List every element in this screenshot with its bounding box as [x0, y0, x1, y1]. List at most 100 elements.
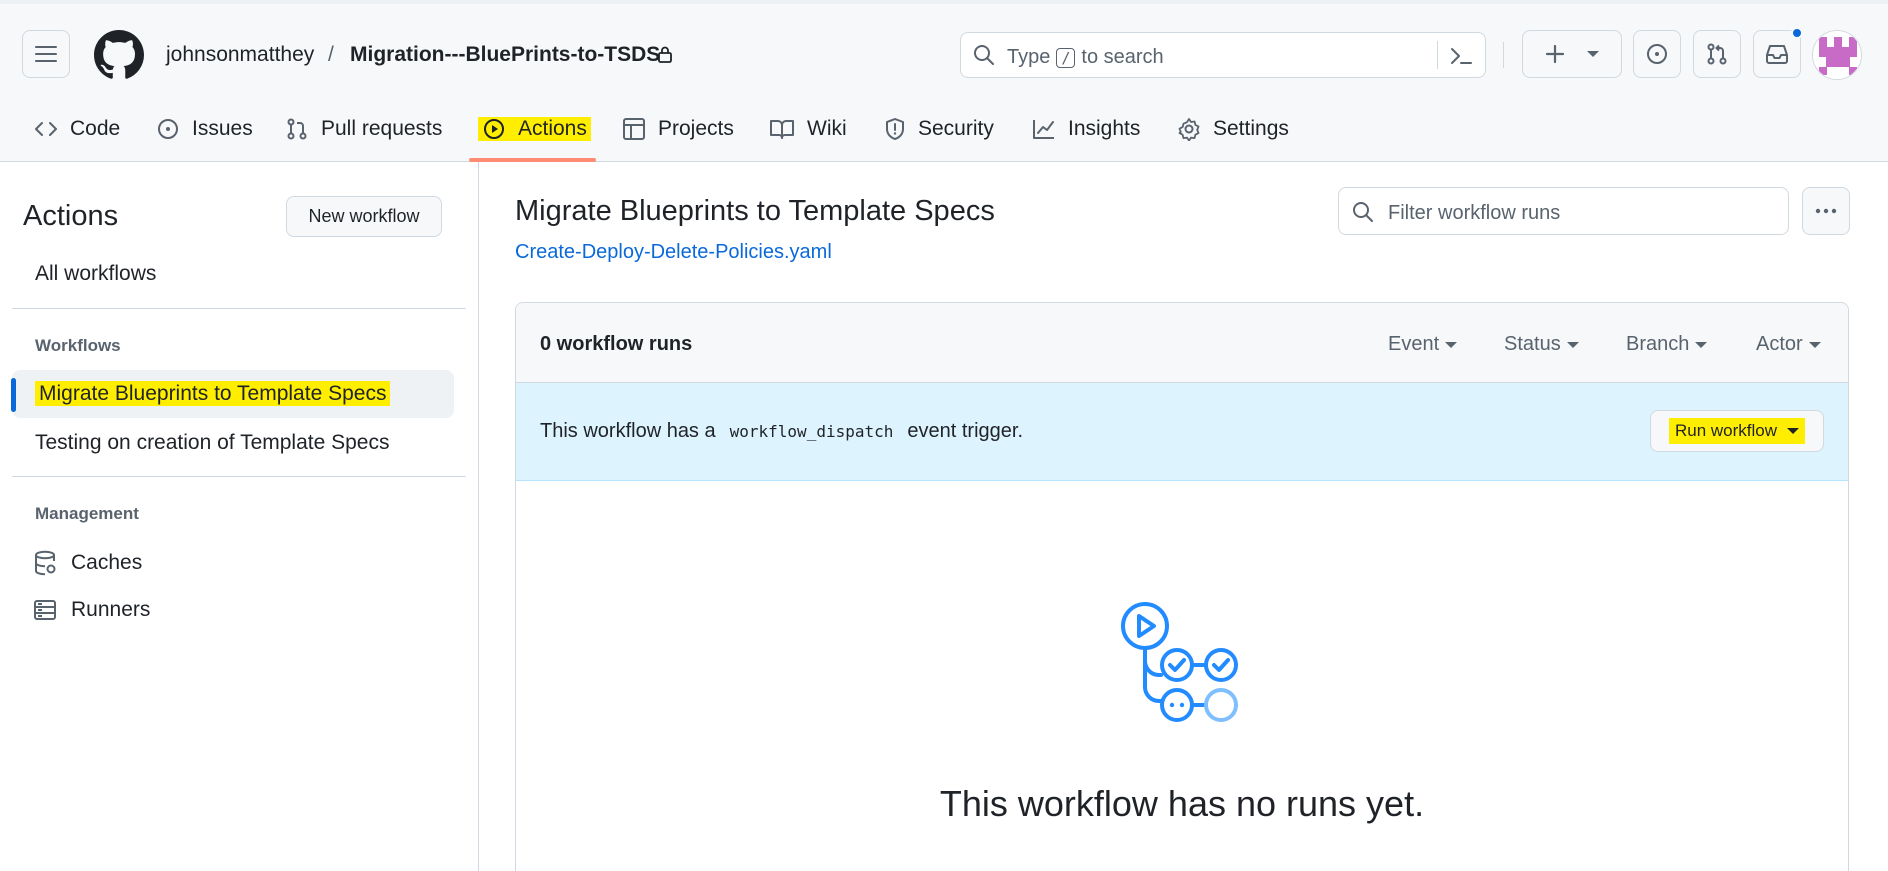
repo-name-link[interactable]: Migration---BluePrints-to-TSDS	[350, 43, 660, 67]
workflow-runs-panel: 0 workflow runs Event Status Branch Acto…	[515, 302, 1849, 871]
sidebar-border	[478, 162, 479, 871]
kebab-icon	[1815, 208, 1837, 214]
empty-state-message: This workflow has no runs yet.	[939, 783, 1425, 824]
active-tab-underline	[469, 158, 596, 162]
page-title: Migrate Blueprints to Template Specs	[515, 195, 995, 227]
lock-icon	[658, 46, 672, 63]
search-icon	[1353, 202, 1373, 222]
tab-insights-label: Insights	[1068, 117, 1141, 140]
sidebar-item-caches-label: Caches	[71, 551, 143, 574]
chevron-down-icon	[1808, 341, 1821, 348]
issue-icon	[158, 119, 178, 139]
tab-wiki[interactable]: Wiki	[769, 112, 847, 146]
search-input[interactable]: Type / to search	[960, 32, 1486, 78]
tab-code[interactable]: Code	[34, 112, 120, 146]
sidebar-item-runners[interactable]: Runners	[33, 598, 150, 622]
tab-pull-requests[interactable]: Pull requests	[285, 112, 442, 146]
github-logo-icon[interactable]	[94, 30, 144, 80]
chevron-down-icon	[1695, 341, 1708, 348]
sidebar-item-workflow-migrate-label: Migrate Blueprints to Template Specs	[35, 381, 391, 406]
status-filter-dropdown[interactable]: Status	[1504, 333, 1579, 356]
tab-security-label: Security	[918, 117, 994, 140]
workflow-file-link[interactable]: Create-Deploy-Delete-Policies.yaml	[515, 241, 832, 264]
tab-actions-highlight: Actions	[478, 117, 591, 141]
event-filter-dropdown[interactable]: Event	[1388, 333, 1458, 356]
workflow-illustration-icon	[1121, 602, 1238, 722]
dispatch-code: workflow_dispatch	[729, 422, 894, 441]
create-new-button[interactable]	[1522, 30, 1622, 78]
sidebar-heading-management: Management	[35, 504, 139, 523]
chevron-down-icon	[1787, 428, 1800, 434]
tab-actions-label: Actions	[518, 117, 587, 140]
branch-filter-label: Branch	[1626, 333, 1690, 355]
tab-pull-requests-label: Pull requests	[321, 117, 443, 140]
filter-workflow-runs-input[interactable]: Filter workflow runs	[1338, 187, 1789, 235]
sidebar-item-workflow-testing[interactable]: Testing on creation of Template Specs	[35, 431, 390, 455]
runs-header: 0 workflow runs Event Status Branch Acto…	[516, 303, 1848, 383]
inbox-icon	[1766, 45, 1788, 64]
chevron-down-icon	[1445, 341, 1458, 348]
database-icon	[35, 550, 56, 576]
tab-issues[interactable]: Issues	[156, 112, 253, 146]
sidebar-divider	[12, 476, 466, 477]
sidebar-item-caches[interactable]: Caches	[33, 550, 142, 576]
run-workflow-button[interactable]: Run workflow	[1650, 410, 1824, 452]
tab-code-label: Code	[70, 117, 121, 140]
tab-projects[interactable]: Projects	[622, 112, 734, 146]
new-workflow-button[interactable]: New workflow	[286, 196, 442, 237]
avatar-identicon-icon	[1813, 31, 1861, 79]
breadcrumb-separator: /	[328, 43, 334, 66]
run-workflow-highlight: Run workflow	[1668, 418, 1806, 444]
plus-icon	[1545, 44, 1565, 64]
tab-security[interactable]: Security	[884, 112, 994, 146]
notification-indicator	[1791, 27, 1803, 39]
dispatch-message: This workflow has a workflow_dispatch ev…	[540, 420, 1023, 443]
search-shortcut-key: /	[1056, 47, 1076, 68]
sidebar-divider	[12, 308, 466, 309]
dispatch-banner: This workflow has a workflow_dispatch ev…	[516, 383, 1848, 481]
repo-owner-link[interactable]: johnsonmatthey	[166, 43, 314, 67]
sidebar-item-runners-label: Runners	[71, 598, 151, 621]
top-strip	[0, 0, 1888, 4]
sidebar-selected-indicator	[11, 378, 16, 412]
run-workflow-label: Run workflow	[1674, 421, 1778, 440]
table-icon	[623, 118, 645, 140]
menu-button[interactable]	[22, 30, 70, 78]
tab-settings[interactable]: Settings	[1177, 112, 1289, 146]
tab-settings-label: Settings	[1213, 117, 1289, 140]
tab-issues-label: Issues	[192, 117, 253, 140]
app-header: johnsonmatthey / Migration---BluePrints-…	[0, 0, 1888, 162]
code-icon	[35, 122, 57, 136]
dispatch-suffix: event trigger.	[907, 420, 1024, 442]
terminal-icon[interactable]	[1449, 45, 1473, 67]
tab-wiki-label: Wiki	[807, 117, 847, 140]
pull-requests-button[interactable]	[1693, 30, 1741, 78]
status-filter-label: Status	[1504, 333, 1561, 355]
more-options-button[interactable]	[1802, 187, 1850, 235]
search-icon	[974, 45, 994, 65]
actor-filter-label: Actor	[1756, 333, 1803, 355]
issue-icon	[1647, 44, 1667, 64]
tab-insights[interactable]: Insights	[1032, 112, 1140, 146]
server-icon	[34, 600, 56, 620]
shield-icon	[886, 118, 904, 140]
tab-projects-label: Projects	[658, 117, 734, 140]
hamburger-icon	[35, 46, 57, 62]
issues-button[interactable]	[1633, 30, 1681, 78]
actor-filter-dropdown[interactable]: Actor	[1756, 333, 1821, 356]
dispatch-prefix: This workflow has a	[540, 420, 716, 442]
search-placeholder: Type / to search	[1007, 46, 1164, 69]
sidebar-item-all-workflows[interactable]: All workflows	[35, 262, 156, 286]
avatar[interactable]	[1812, 30, 1862, 80]
graph-icon	[1033, 120, 1054, 139]
gear-icon	[1178, 118, 1200, 141]
book-icon	[770, 120, 794, 139]
chevron-down-icon	[1587, 51, 1599, 57]
sidebar-item-workflow-migrate[interactable]: Migrate Blueprints to Template Specs	[35, 381, 391, 406]
chevron-down-icon	[1566, 341, 1579, 348]
header-separator	[1503, 42, 1504, 68]
tab-actions[interactable]: Actions	[478, 112, 591, 146]
sidebar-title: Actions	[23, 200, 119, 232]
pull-request-icon	[1707, 43, 1727, 65]
branch-filter-dropdown[interactable]: Branch	[1626, 333, 1708, 356]
